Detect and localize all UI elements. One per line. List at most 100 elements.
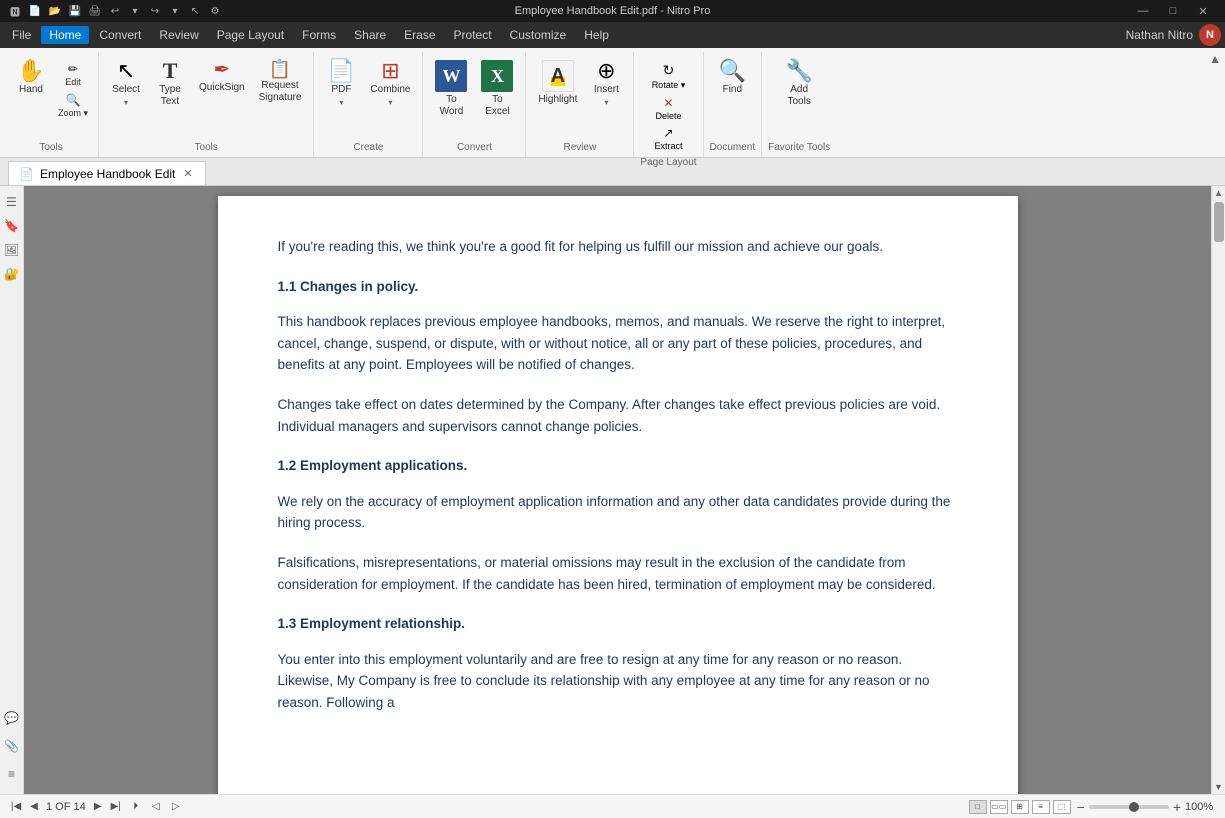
nav-prev-button[interactable]: ◀ <box>26 799 42 815</box>
nav-controls-right: ▶ ▶| <box>90 799 124 815</box>
edit-icon: ✏ <box>68 62 78 76</box>
zoom-minus-button[interactable]: − <box>1077 799 1085 815</box>
heading-1-2: 1.2 Employment applications. <box>278 455 958 477</box>
extract-button[interactable]: ↗ Extract <box>648 124 690 153</box>
cursor-icon[interactable]: ↖ <box>188 4 202 18</box>
nav-prev-alt-button[interactable]: ◁ <box>148 799 164 815</box>
user-avatar[interactable]: N <box>1199 24 1221 46</box>
insert-icon: ⊕ <box>597 60 615 82</box>
zoom-plus-button[interactable]: + <box>1173 799 1181 815</box>
undo-icon[interactable]: ↩ <box>108 4 122 18</box>
quicksign-icon: ✒ <box>213 60 230 80</box>
add-tools-button[interactable]: 🔧 AddTools <box>778 56 820 112</box>
to-excel-label: ToExcel <box>485 94 509 118</box>
quicksign-button[interactable]: ✒ QuickSign <box>193 56 251 98</box>
insert-button[interactable]: ⊕ Insert ▾ <box>585 56 627 111</box>
select-button[interactable]: ↖ Select ▾ <box>105 56 147 111</box>
nav-next-alt-button[interactable]: ▷ <box>168 799 184 815</box>
menu-erase[interactable]: Erase <box>396 26 443 44</box>
view-double-button[interactable]: ▭▭ <box>990 800 1008 814</box>
scroll-thumb[interactable] <box>1214 202 1224 242</box>
edit-button[interactable]: ✏ Edit <box>54 60 92 89</box>
pdf-button[interactable]: 📄 PDF ▾ <box>320 56 362 111</box>
sidebar-icon-thumbnail[interactable]: 🖼 <box>2 240 22 260</box>
menu-customize[interactable]: Customize <box>502 26 575 44</box>
tab-icon: 📄 <box>19 167 34 181</box>
scroll-up-arrow[interactable]: ▲ <box>1214 186 1223 200</box>
ribbon-label-create: Create <box>353 142 383 155</box>
undo-dropdown[interactable]: ▾ <box>128 4 142 18</box>
redo-dropdown[interactable]: ▾ <box>168 4 182 18</box>
pdf-area: If you're reading this, we think you're … <box>24 186 1211 794</box>
view-grid-button[interactable]: ⊞ <box>1011 800 1029 814</box>
pdf-scroll[interactable]: If you're reading this, we think you're … <box>24 186 1211 794</box>
sidebar-icon-attach[interactable]: 📎 <box>2 736 22 756</box>
delete-button[interactable]: ✕ Delete <box>648 94 690 123</box>
menu-forms[interactable]: Forms <box>294 26 344 44</box>
combine-button[interactable]: ⊞ Combine ▾ <box>364 56 416 111</box>
extra-icon[interactable]: ⚙ <box>208 4 222 18</box>
menu-pagelayout[interactable]: Page Layout <box>209 26 292 44</box>
menu-home[interactable]: Home <box>41 26 89 44</box>
ribbon-group-create: 📄 PDF ▾ ⊞ Combine ▾ Create <box>314 52 423 157</box>
nav-first-button[interactable]: |◀ <box>8 799 24 815</box>
ribbon-group-tools1: ✋ Hand ✏ Edit 🔍 Zoom ▾ Tools <box>4 52 99 157</box>
rotate-button[interactable]: ↻ Rotate ▾ ✕ Delete ↗ Extract <box>642 56 696 157</box>
find-icon: 🔍 <box>719 60 746 82</box>
minimize-button[interactable]: — <box>1129 2 1157 20</box>
zoom-button[interactable]: 🔍 Zoom ▾ <box>54 91 92 121</box>
edit-label: Edit <box>65 77 81 87</box>
extract-label: Extract <box>654 141 682 151</box>
nav-next-button[interactable]: ▶ <box>90 799 106 815</box>
type-text-button[interactable]: T TypeText <box>149 56 191 112</box>
view-scroll-button[interactable]: ≡ <box>1032 800 1050 814</box>
menu-convert[interactable]: Convert <box>91 26 149 44</box>
scroll-down-arrow[interactable]: ▼ <box>1214 780 1223 794</box>
ribbon-group-tools1-content: ✋ Hand ✏ Edit 🔍 Zoom ▾ <box>10 52 92 142</box>
nav-last-button[interactable]: ▶| <box>108 799 124 815</box>
hand-button[interactable]: ✋ Hand <box>10 56 52 100</box>
insert-dropdown-arrow: ▾ <box>604 98 608 107</box>
zoom-slider[interactable] <box>1089 805 1169 809</box>
user-name: Nathan Nitro <box>1126 28 1193 42</box>
app-icon: 🅽 <box>8 4 22 18</box>
tab-close-button[interactable]: ✕ <box>181 167 194 180</box>
menu-share[interactable]: Share <box>346 26 394 44</box>
find-button[interactable]: 🔍 Find <box>711 56 753 100</box>
zoom-slider-thumb[interactable] <box>1129 802 1139 812</box>
ribbon-group-tools2: ↖ Select ▾ T TypeText ✒ QuickSign 📋 Requ… <box>99 52 314 157</box>
document-tab[interactable]: 📄 Employee Handbook Edit ✕ <box>8 161 206 185</box>
sidebar-icon-bookmark[interactable]: 🔖 <box>2 216 22 236</box>
combine-icon: ⊞ <box>381 60 399 82</box>
highlight-button[interactable]: A Highlight <box>532 56 583 110</box>
view-single-button[interactable]: □ <box>969 800 987 814</box>
to-excel-button[interactable]: X ToExcel <box>475 56 519 122</box>
ribbon-collapse-button[interactable]: ▲ <box>1209 52 1221 66</box>
redo-icon[interactable]: ↪ <box>148 4 162 18</box>
sidebar-icon-security[interactable]: 🔐 <box>2 264 22 284</box>
menu-file[interactable]: File <box>4 26 39 44</box>
pdf-page: If you're reading this, we think you're … <box>218 196 1018 794</box>
page-info: 1 OF 14 <box>46 801 86 813</box>
open-icon[interactable]: 📂 <box>48 4 62 18</box>
print-icon[interactable]: 🖨 <box>88 4 102 18</box>
close-button[interactable]: ✕ <box>1189 2 1217 20</box>
sidebar-icon-menu[interactable]: ☰ <box>2 192 22 212</box>
sidebar-icon-list[interactable]: ≡ <box>2 764 22 784</box>
menu-protect[interactable]: Protect <box>446 26 500 44</box>
ribbon-label-tools2: Tools <box>195 142 218 155</box>
maximize-button[interactable]: □ <box>1159 2 1187 20</box>
rotate-icon: ↻ <box>663 62 675 79</box>
save-icon[interactable]: 💾 <box>68 4 82 18</box>
menu-help[interactable]: Help <box>576 26 617 44</box>
statusbar-right: □ ▭▭ ⊞ ≡ ⬚ − + 100% <box>969 799 1217 815</box>
sidebar-icon-comment[interactable]: 💬 <box>2 708 22 728</box>
new-icon[interactable]: 📄 <box>28 4 42 18</box>
view-alt-button[interactable]: ⬚ <box>1053 800 1071 814</box>
request-sig-button[interactable]: 📋 RequestSignature <box>253 56 308 108</box>
nav-play-button[interactable]: ⏵ <box>128 799 144 815</box>
menu-review[interactable]: Review <box>151 26 206 44</box>
zoom-label: Zoom ▾ <box>58 108 88 119</box>
rotate-sub-button[interactable]: ↻ Rotate ▾ <box>648 60 690 93</box>
to-word-button[interactable]: W ToWord <box>429 56 473 122</box>
